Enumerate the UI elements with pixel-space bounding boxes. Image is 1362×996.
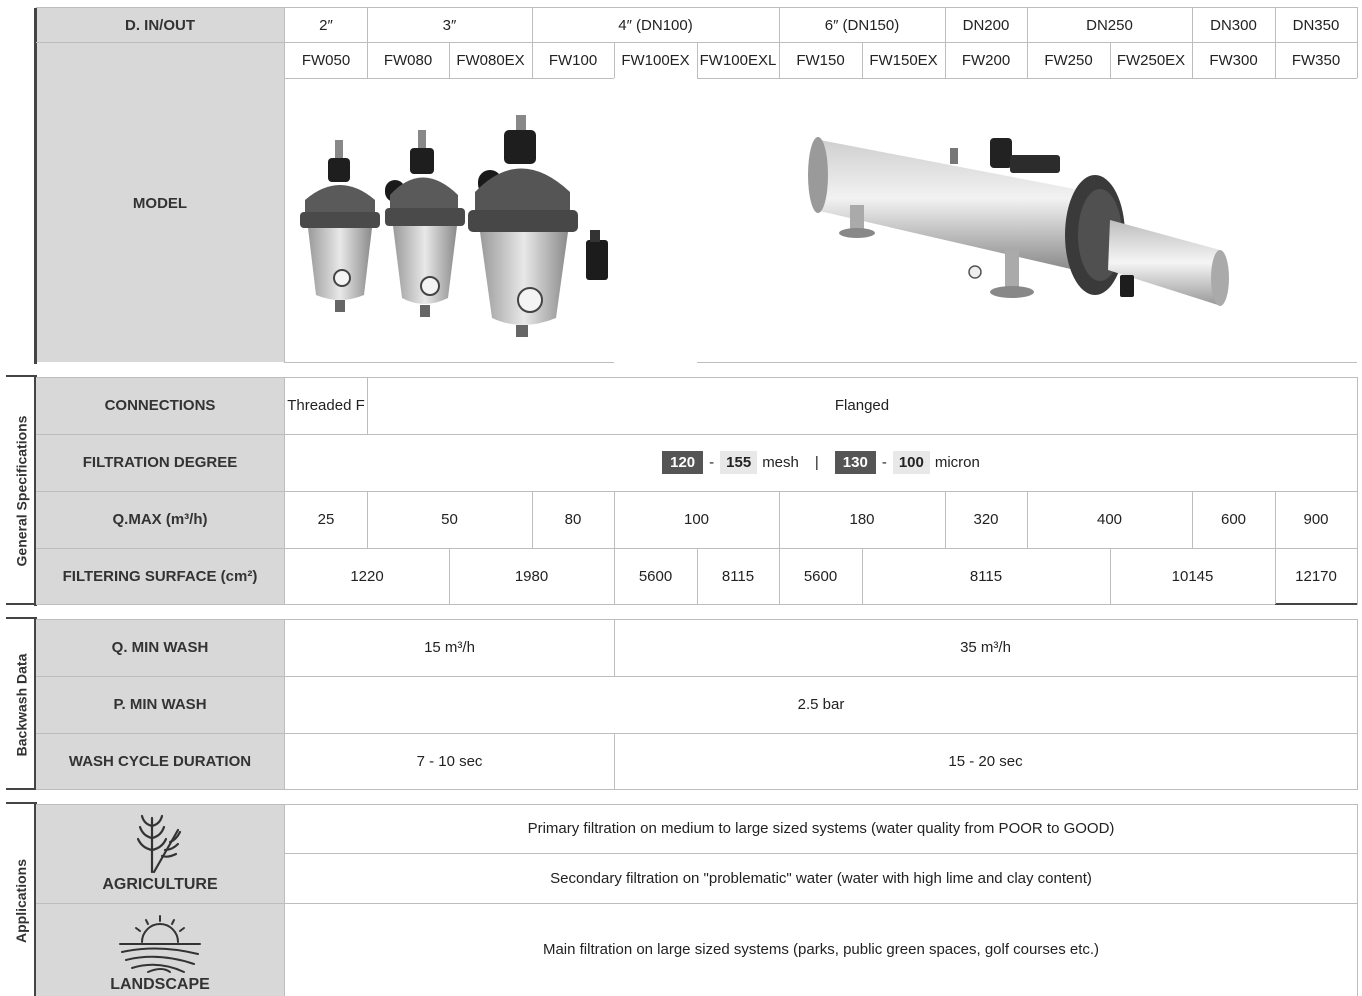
qmax-value: 100 xyxy=(683,511,710,528)
qmax-value: 180 xyxy=(849,511,875,528)
qmax-value: 320 xyxy=(973,511,999,528)
qmax-value: 25 xyxy=(317,511,335,528)
qmax-value: 400 xyxy=(1096,511,1123,528)
model-fw100: FW100 xyxy=(548,52,598,69)
surface-value: 1220 xyxy=(350,567,384,585)
general-specs-section-label: General Specifications xyxy=(13,415,30,567)
wash-cycle-small: 7 - 10 sec xyxy=(416,752,483,770)
mesh-min-chip: 120 xyxy=(662,451,704,474)
qmin-wash-large: 35 m³/h xyxy=(960,639,1011,656)
surface-value: 8115 xyxy=(969,567,1003,585)
micron-min-chip: 100 xyxy=(892,451,930,474)
application-row: Primary filtration on medium to large si… xyxy=(527,820,1115,837)
filtration-degree-value: 120 - 155 mesh | 130 - 100 micron xyxy=(285,434,1357,491)
size-dn300: DN300 xyxy=(1210,16,1257,34)
pmin-wash-value: 2.5 bar xyxy=(797,696,845,713)
model-fw300: FW300 xyxy=(1209,52,1258,69)
backwash-section-label: Backwash Data xyxy=(13,653,29,757)
size-dn200: DN200 xyxy=(962,16,1010,34)
surface-value: 5600 xyxy=(638,567,673,585)
connections-label: CONNECTIONS xyxy=(104,397,216,414)
spec-table-header: D. IN/OUT MODEL 2″ 3″ 4″ (DN100) 6″ (DN1… xyxy=(0,0,1362,364)
qmax-value: 900 xyxy=(1303,511,1329,528)
micron-unit: micron xyxy=(934,454,980,471)
dash: - xyxy=(709,454,715,471)
pmin-wash-label: P. MIN WASH xyxy=(113,696,207,713)
surface-value: 5600 xyxy=(803,567,838,585)
model-label: MODEL xyxy=(132,194,188,212)
landscape-sunrise-icon xyxy=(119,915,201,973)
qmax-value: 50 xyxy=(441,511,458,528)
model-fw150ex: FW150EX xyxy=(869,52,938,69)
size-2in: 2″ xyxy=(319,16,333,34)
divider: | xyxy=(814,454,819,471)
wheat-icon xyxy=(136,814,182,874)
size-dn350: DN350 xyxy=(1292,16,1340,34)
size-6in: 6″ (DN150) xyxy=(824,16,900,34)
size-4in: 4″ (DN100) xyxy=(618,16,693,34)
surface-value: 12170 xyxy=(1295,567,1337,585)
mesh-unit: mesh xyxy=(762,454,799,471)
size-3in: 3″ xyxy=(442,16,457,34)
mesh-max-chip: 155 xyxy=(720,451,758,474)
surface-value: 8115 xyxy=(721,567,755,585)
model-fw050: FW050 xyxy=(301,52,351,69)
qmin-wash-label: Q. MIN WASH xyxy=(111,639,209,656)
applications-section-label: Applications xyxy=(13,858,30,943)
wash-cycle-label: WASH CYCLE DURATION xyxy=(68,752,252,770)
dash: - xyxy=(881,454,887,471)
qmax-label: Q.MAX (m³/h) xyxy=(112,511,208,528)
model-fw250ex: FW250EX xyxy=(1116,52,1186,69)
large-filter-image xyxy=(808,137,1229,306)
model-fw100exl: FW100EXL xyxy=(699,52,777,69)
model-fw200: FW200 xyxy=(961,52,1011,69)
qmax-value: 600 xyxy=(1220,511,1247,528)
model-fw080ex: FW080EX xyxy=(456,52,525,69)
model-fw150: FW150 xyxy=(796,52,845,69)
din-label: D. IN/OUT xyxy=(36,8,284,42)
application-row: Main filtration on large sized systems (… xyxy=(542,941,1100,958)
model-fw350: FW350 xyxy=(1291,52,1341,69)
micron-max-chip: 130 xyxy=(834,451,876,474)
qmax-value: 80 xyxy=(564,511,582,528)
application-row: Secondary filtration on "problematic" wa… xyxy=(550,869,1092,887)
model-fw080: FW080 xyxy=(383,52,433,69)
model-fw250: FW250 xyxy=(1044,52,1093,69)
agriculture-label: AGRICULTURE xyxy=(102,876,218,893)
connection-flanged: Flanged xyxy=(834,397,890,414)
size-dn250: DN250 xyxy=(1086,16,1133,34)
surface-label: FILTERING SURFACE (cm²) xyxy=(62,567,258,585)
connection-threaded: Threaded F xyxy=(287,397,365,414)
filtration-label: FILTRATION DEGREE xyxy=(82,454,238,471)
qmin-wash-small: 15 m³/h xyxy=(424,639,475,656)
landscape-label: LANDSCAPE xyxy=(110,976,210,993)
surface-value: 1980 xyxy=(514,567,549,585)
small-filters-image xyxy=(300,115,608,337)
model-fw100ex: FW100EX xyxy=(621,52,690,69)
surface-value: 10145 xyxy=(1171,567,1214,585)
wash-cycle-large: 15 - 20 sec xyxy=(948,752,1023,770)
